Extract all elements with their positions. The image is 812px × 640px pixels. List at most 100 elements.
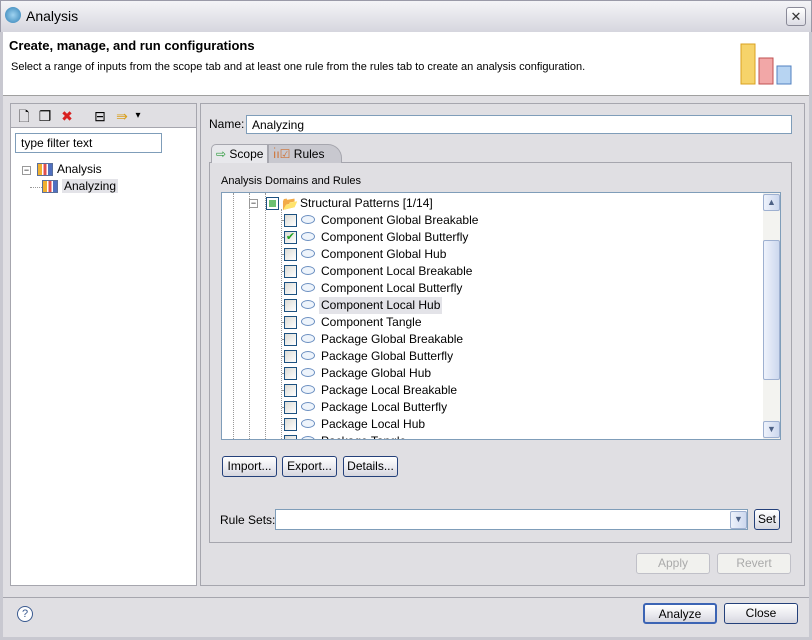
combo-dropdown-icon[interactable]: ▼ (730, 511, 747, 529)
rule-icon (301, 249, 315, 258)
rule-item[interactable]: Package Local Hub (222, 416, 762, 433)
tab-scope[interactable]: ⇨ Scope (211, 144, 268, 163)
rule-item[interactable]: Component Global Breakable (222, 212, 762, 229)
window-title: Analysis (26, 8, 79, 24)
rule-label: Component Local Butterfly (321, 281, 463, 295)
help-icon[interactable]: ? (17, 606, 33, 622)
footer-separator (3, 597, 809, 598)
rule-icon (301, 351, 315, 360)
rule-icon (301, 385, 315, 394)
details-button[interactable]: Details... (343, 456, 398, 477)
collapse-icon[interactable]: − (249, 199, 258, 208)
rules-scrollbar[interactable]: ▲ ▼ (763, 193, 780, 439)
rule-item[interactable]: Package Tangle (222, 433, 762, 439)
tree-connector (30, 187, 42, 188)
rule-checkbox[interactable] (284, 435, 297, 439)
tab-label: Rules (293, 147, 325, 161)
rule-item[interactable]: Package Local Breakable (222, 382, 762, 399)
rule-checkbox[interactable] (284, 299, 297, 312)
rule-checkbox[interactable] (284, 248, 297, 261)
rule-sets-combo[interactable] (275, 509, 748, 530)
filter-icon[interactable]: ⇛ (113, 107, 131, 125)
rule-checkbox[interactable]: ✔ (284, 231, 297, 244)
rule-checkbox[interactable] (284, 384, 297, 397)
close-window-button[interactable]: ✕ (786, 7, 806, 26)
rule-group-structural-patterns[interactable]: − 📂 Structural Patterns [1/14] (222, 195, 762, 212)
rule-item[interactable]: Package Global Hub (222, 365, 762, 382)
rule-icon (301, 334, 315, 343)
tab-label: Scope (229, 147, 264, 161)
rule-icon (301, 419, 315, 428)
rule-label: Package Global Breakable (321, 332, 464, 346)
set-button[interactable]: Set (754, 509, 780, 530)
rule-item[interactable]: Component Local Hub (222, 297, 762, 314)
rule-checkbox[interactable] (284, 316, 297, 329)
rule-checkbox[interactable] (284, 401, 297, 414)
configurations-tree-area (11, 127, 196, 585)
export-button[interactable]: Export... (282, 456, 337, 477)
rule-item[interactable]: Package Global Butterfly (222, 348, 762, 365)
rule-checkbox[interactable] (284, 350, 297, 363)
rule-item[interactable]: Component Global Hub (222, 246, 762, 263)
name-input[interactable]: Analyzing (246, 115, 792, 134)
collapse-icon[interactable]: − (22, 166, 31, 175)
rule-item[interactable]: Component Tangle (222, 314, 762, 331)
scroll-thumb[interactable] (763, 240, 780, 380)
collapse-all-icon[interactable]: ⊟ (91, 107, 109, 125)
analysis-config-icon (37, 163, 53, 177)
rule-checkbox[interactable] (284, 265, 297, 278)
partial-check-icon (269, 200, 276, 207)
analyze-button[interactable]: Analyze (643, 603, 717, 624)
rule-icon (301, 436, 315, 439)
rule-label: Package Local Hub (321, 417, 426, 431)
rule-label: Package Global Hub (321, 366, 432, 380)
rule-icon (301, 368, 315, 377)
tree-item-label: Analyzing (62, 179, 119, 193)
title-bar (0, 0, 812, 32)
folder-icon: 📂 (282, 196, 299, 211)
tree-item-label: Analysis (57, 162, 102, 176)
name-label: Name: (209, 117, 245, 131)
rules-tree[interactable]: − 📂 Structural Patterns [1/14] Component… (221, 192, 781, 440)
rule-label: Package Local Breakable (321, 383, 458, 397)
tree-item-analysis[interactable]: − Analysis (22, 162, 102, 177)
rule-checkbox[interactable] (284, 282, 297, 295)
rule-label: Component Local Hub (319, 297, 443, 314)
rule-icon (301, 300, 315, 309)
analysis-banner-icon (740, 43, 792, 85)
rule-checkbox[interactable] (284, 418, 297, 431)
check-icon: ✔ (285, 231, 296, 243)
apply-button[interactable]: Apply (636, 553, 710, 574)
rule-checkbox[interactable] (284, 333, 297, 346)
group-checkbox[interactable] (266, 197, 279, 210)
rule-item[interactable]: Component Local Breakable (222, 263, 762, 280)
analysis-config-icon (42, 180, 58, 194)
rule-item[interactable]: ✔ Component Global Butterfly (222, 229, 762, 246)
rule-icon (301, 317, 315, 326)
tab-rules[interactable]: ı̇ı☑ Rules (268, 144, 342, 163)
rule-icon (301, 266, 315, 275)
scroll-up-button[interactable]: ▲ (763, 194, 780, 211)
app-icon (5, 7, 21, 23)
rule-sets-label: Rule Sets: (220, 513, 276, 527)
rule-item[interactable]: Package Local Butterfly (222, 399, 762, 416)
rule-label: Component Global Breakable (321, 213, 479, 227)
close-button[interactable]: Close (724, 603, 798, 624)
rule-checkbox[interactable] (284, 214, 297, 227)
scroll-down-button[interactable]: ▼ (763, 421, 780, 438)
rule-checkbox[interactable] (284, 367, 297, 380)
import-button[interactable]: Import... (222, 456, 277, 477)
tree-item-analyzing[interactable]: Analyzing (30, 179, 119, 194)
group-label: Structural Patterns [1/14] (300, 196, 433, 210)
rule-icon (301, 215, 315, 224)
view-menu-icon[interactable]: ▾ (133, 107, 143, 125)
revert-button[interactable]: Revert (717, 553, 791, 574)
duplicate-icon[interactable]: ❐ (36, 107, 54, 125)
rule-label: Package Global Butterfly (321, 349, 454, 363)
new-configuration-icon[interactable]: 🗋 (15, 107, 33, 125)
filter-input[interactable]: type filter text (15, 133, 162, 153)
delete-icon[interactable]: ✖ (58, 107, 76, 125)
rule-item[interactable]: Component Local Butterfly (222, 280, 762, 297)
rule-icon (301, 402, 315, 411)
rule-item[interactable]: Package Global Breakable (222, 331, 762, 348)
